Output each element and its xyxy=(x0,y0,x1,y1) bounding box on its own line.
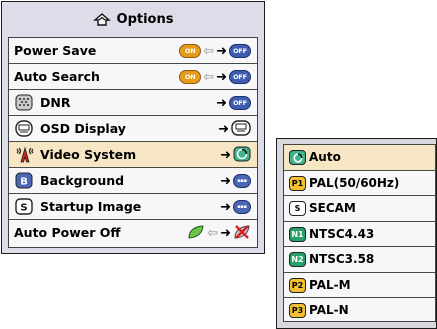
grey-arrow-icon: ⇦ xyxy=(203,69,215,85)
option-osd-display[interactable]: OSD Display ➜ xyxy=(9,116,257,142)
n2-badge-icon: N2 xyxy=(289,252,306,267)
background-icon: B xyxy=(15,172,33,189)
arrow-right-icon: ➜ xyxy=(220,225,231,241)
video-system-list: Auto P1 PAL(50/60Hz) S SECAM N1 NTSC4.43… xyxy=(283,144,436,322)
video-system-state: ➜ xyxy=(220,146,251,164)
background-badge-letter: B xyxy=(20,177,28,188)
on-state-icon: ON xyxy=(179,44,202,58)
startup-image-state: ➜ ▪▪▪ xyxy=(220,198,251,216)
video-system-option-ntsc443[interactable]: N1 NTSC4.43 xyxy=(284,222,435,247)
auto-icon xyxy=(233,146,251,165)
option-auto-search[interactable]: Auto Search ON ⇦ ➜ OFF xyxy=(9,64,257,90)
video-system-option-label: PAL-N xyxy=(309,303,349,317)
option-label: DNR xyxy=(40,95,71,110)
options-menu: Options Power Save ON ⇦ ➜ OFF Auto Searc… xyxy=(1,1,265,254)
startup-image-icon: S xyxy=(15,198,33,215)
leaf-icon xyxy=(187,224,205,243)
arrow-right-icon: ➜ xyxy=(218,121,229,137)
dnr-icon xyxy=(15,94,33,111)
video-system-option-pal-n[interactable]: P3 PAL-N xyxy=(284,298,435,324)
video-system-option-secam[interactable]: S SECAM xyxy=(284,196,435,222)
video-system-icon xyxy=(15,146,34,163)
video-system-option-label: PAL(50/60Hz) xyxy=(309,175,400,190)
video-system-option-pal-m[interactable]: P2 PAL-M xyxy=(284,273,435,298)
arrow-right-icon: ➜ xyxy=(220,199,231,215)
auto-icon xyxy=(289,150,306,165)
p3-badge-icon: P3 xyxy=(289,303,306,318)
options-list: Power Save ON ⇦ ➜ OFF Auto Search ON ⇦ ➜… xyxy=(8,37,258,248)
video-system-submenu: Auto P1 PAL(50/60Hz) S SECAM N1 NTSC4.43… xyxy=(276,138,437,329)
option-label: Power Save xyxy=(14,43,97,58)
off-state-icon: OFF xyxy=(229,44,251,58)
option-auto-power-off[interactable]: Auto Power Off ⇦ ➜ xyxy=(9,220,257,246)
p1-badge-icon: P1 xyxy=(289,175,306,191)
video-system-option-label: Auto xyxy=(309,150,341,164)
options-title: Options xyxy=(116,11,174,27)
s-badge-icon: S xyxy=(289,201,306,216)
options-icon xyxy=(92,11,111,27)
grey-arrow-icon: ⇦ xyxy=(203,43,215,59)
video-system-option-label: PAL-M xyxy=(309,277,351,292)
power-off-x-icon xyxy=(233,224,251,243)
startup-image-badge-letter: S xyxy=(20,203,27,214)
option-label: Video System xyxy=(40,147,137,162)
video-system-option-pal[interactable]: P1 PAL(50/60Hz) xyxy=(284,171,435,196)
option-label: Auto Search xyxy=(14,69,100,84)
option-power-save[interactable]: Power Save ON ⇦ ➜ OFF xyxy=(9,38,257,64)
video-system-option-label: NTSC3.58 xyxy=(309,252,375,266)
video-system-option-label: SECAM xyxy=(309,201,356,215)
background-icon: ▪▪▪ xyxy=(233,174,251,188)
off-state-icon: OFF xyxy=(229,96,251,110)
option-startup-image[interactable]: S Startup Image ➜ ▪▪▪ xyxy=(9,194,257,220)
arrow-right-icon: ➜ xyxy=(216,43,227,59)
off-state-icon: OFF xyxy=(229,70,251,84)
options-header: Options xyxy=(2,2,264,36)
option-video-system[interactable]: Video System ➜ xyxy=(9,142,257,168)
option-background[interactable]: B Background ➜ ▪▪▪ xyxy=(9,168,257,194)
osd-display-state: ➜ xyxy=(218,119,251,139)
grey-arrow-icon: ⇦ xyxy=(207,225,219,241)
arrow-right-icon: ➜ xyxy=(216,95,227,111)
auto-search-state: ON ⇦ ➜ OFF xyxy=(179,68,251,86)
video-system-option-ntsc358[interactable]: N2 NTSC3.58 xyxy=(284,247,435,273)
video-system-option-auto[interactable]: Auto xyxy=(284,145,435,171)
arrow-right-icon: ➜ xyxy=(220,173,231,189)
option-label: Auto Power Off xyxy=(14,225,121,240)
video-system-option-label: NTSC4.43 xyxy=(309,226,375,241)
osd-display-icon xyxy=(231,119,251,139)
option-label: Startup Image xyxy=(40,199,142,214)
n1-badge-icon: N1 xyxy=(289,226,306,242)
arrow-right-icon: ➜ xyxy=(216,69,227,85)
option-label: Background xyxy=(40,173,125,188)
auto-power-off-state: ⇦ ➜ xyxy=(187,224,251,242)
p2-badge-icon: P2 xyxy=(289,277,306,293)
osd-display-icon xyxy=(15,120,33,137)
background-state: ➜ ▪▪▪ xyxy=(220,172,251,190)
on-state-icon: ON xyxy=(179,70,202,84)
power-save-state: ON ⇦ ➜ OFF xyxy=(179,42,251,60)
arrow-right-icon: ➜ xyxy=(220,147,231,163)
dnr-state: ➜ OFF xyxy=(216,94,251,112)
option-dnr[interactable]: DNR ➜ OFF xyxy=(9,90,257,116)
option-label: OSD Display xyxy=(40,121,126,136)
startup-image-icon: ▪▪▪ xyxy=(233,200,251,214)
